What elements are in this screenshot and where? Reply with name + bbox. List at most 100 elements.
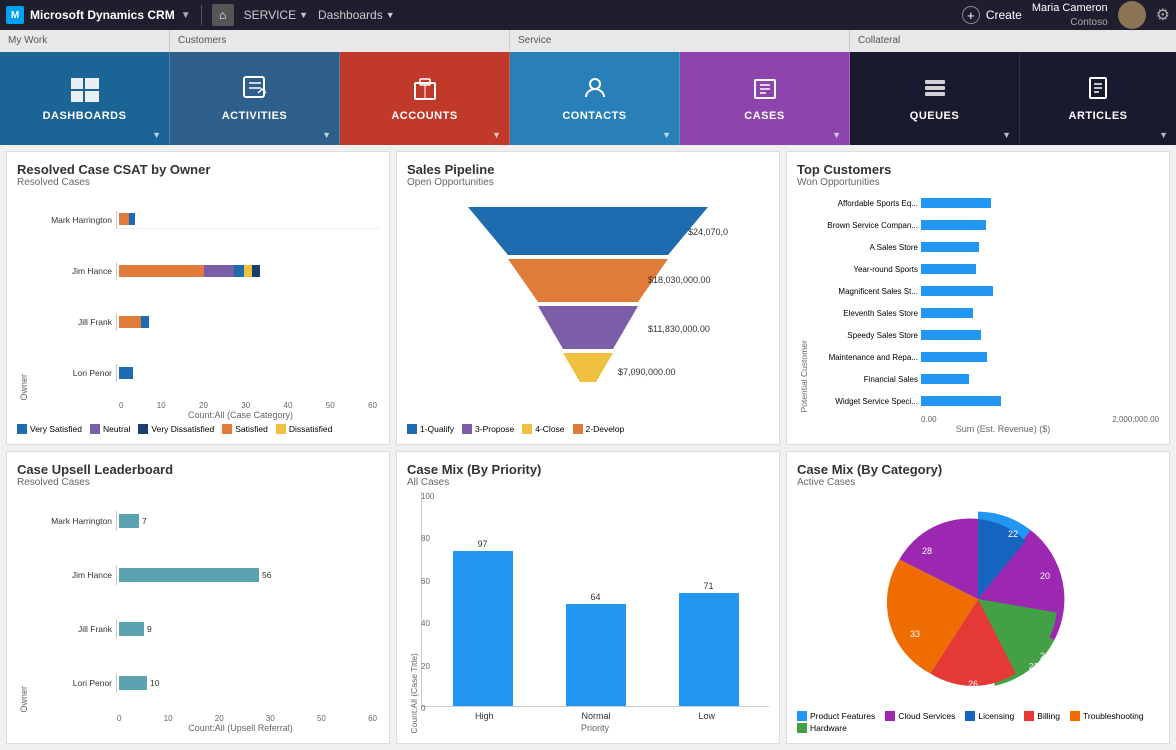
funnel-svg: $24,070,000.00 $11,830,000.00 $18,030,00… [448, 207, 728, 407]
hbar-row: A Sales Store [811, 239, 1159, 255]
menu-item-articles[interactable]: ARTICLES ▼ [1020, 52, 1176, 145]
svg-text:26: 26 [968, 679, 978, 689]
funnel-legend: 1-Qualify 3-Propose 4-Close 2-Develop [407, 424, 769, 434]
upsell-bar-row: Mark Harrington 7 [31, 511, 379, 531]
bar-row: Jim Hance [31, 262, 379, 280]
legend-item: Product Features [797, 711, 875, 721]
user-avatar[interactable] [1118, 1, 1146, 29]
svg-text:$11,830,000.00: $11,830,000.00 [648, 324, 710, 334]
chart-priority-subtitle: All Cases [407, 477, 769, 488]
legend-item: Neutral [90, 424, 130, 434]
service-nav[interactable]: SERVICE ▼ [244, 8, 308, 22]
articles-icon [1085, 75, 1111, 104]
articles-label: ARTICLES [1069, 110, 1128, 122]
cases-icon [752, 75, 778, 104]
contacts-icon [582, 75, 608, 104]
brand-arrow[interactable]: ▼ [181, 10, 191, 21]
legend-item: Very Satisfied [17, 424, 82, 434]
upsell-bar-row: Jim Hance 56 [31, 565, 379, 585]
cases-label: CASES [744, 110, 784, 122]
legend-item: 4-Close [522, 424, 564, 434]
chart-priority: Case Mix (By Priority) All Cases Count:A… [396, 451, 780, 745]
csat-x-ticks: 0102030405060 [117, 401, 379, 410]
user-name: Maria Cameron [1032, 1, 1108, 15]
collateral-label: Collateral [850, 30, 1176, 52]
chart-topcustomers: Top Customers Won Opportunities Potentia… [786, 151, 1170, 445]
hbar-row: Year-round Sports [811, 261, 1159, 277]
hbar-row: Affordable Sports Eq... [811, 195, 1159, 211]
chart-funnel-title: Sales Pipeline [407, 162, 769, 177]
accounts-icon [412, 75, 438, 104]
activities-icon [242, 75, 268, 104]
create-circle-icon[interactable]: + [962, 6, 980, 24]
chart-upsell-subtitle: Resolved Cases [17, 477, 379, 488]
menu-item-dashboards[interactable]: DASHBOARDS ▼ [0, 52, 170, 145]
user-info: Maria Cameron Contoso [1032, 1, 1108, 28]
csat-x-label: Count:All (Case Category) [102, 410, 379, 420]
queues-label: QUEUES [910, 110, 959, 122]
upsell-x-label: Count:All (Upsell Referral) [102, 723, 379, 733]
legend-item: Billing [1024, 711, 1060, 721]
service-label: Service [510, 30, 850, 52]
legend-item: Hardware [797, 723, 847, 733]
hbar-row: Widget Service Speci... [811, 393, 1159, 409]
chart-topcustomers-subtitle: Won Opportunities [797, 177, 1159, 188]
queues-icon [922, 75, 948, 104]
dashboards-nav[interactable]: Dashboards ▼ [318, 8, 395, 22]
svg-text:$7,090,000.00: $7,090,000.00 [618, 367, 676, 377]
settings-icon[interactable]: ⚙ [1156, 5, 1170, 25]
legend-item: Very Dissatisfied [138, 424, 214, 434]
pie-area: 22 20 21 [797, 492, 1159, 708]
customers-label: Customers [170, 30, 510, 52]
hbar-bar [921, 198, 991, 208]
legend-color [222, 424, 232, 434]
csat-legend: Very Satisfied Neutral Very Dissatisfied… [17, 424, 379, 434]
dashboards-chevron: ▼ [152, 130, 161, 140]
upsell-bar-row: Lori Penor 10 [31, 673, 379, 693]
chart-category-subtitle: Active Cases [797, 477, 1159, 488]
csat-bars: Mark Harrington Jim Hance [31, 192, 379, 401]
chart-priority-title: Case Mix (By Priority) [407, 462, 769, 477]
menu-item-queues[interactable]: QUEUES ▼ [850, 52, 1020, 145]
dashboard-grid: Resolved Case CSAT by Owner Resolved Cas… [0, 145, 1176, 750]
svg-text:$18,030,000.00: $18,030,000.00 [648, 275, 711, 285]
menu-item-cases[interactable]: CASES ▼ [680, 52, 850, 145]
svg-text:21: 21 [1040, 651, 1050, 661]
legend-item: Cloud Services [885, 711, 955, 721]
svg-text:20: 20 [1040, 571, 1050, 581]
menu-item-activities[interactable]: ACTIVITIES ▼ [170, 52, 340, 145]
menu-item-accounts[interactable]: ACCOUNTS ▼ [340, 52, 510, 145]
home-icon[interactable]: ⌂ [212, 4, 234, 26]
pie-legend: Product Features Cloud Services Licensin… [797, 711, 1159, 733]
user-org: Contoso [1070, 16, 1107, 29]
ms-logo: M [6, 6, 24, 24]
bar-row: Mark Harrington [31, 211, 379, 229]
legend-item: Licensing [965, 711, 1014, 721]
chart-upsell-title: Case Upsell Leaderboard [17, 462, 379, 477]
legend-color [17, 424, 27, 434]
hbar-row: Eleventh Sales Store [811, 305, 1159, 321]
create-label[interactable]: Create [986, 8, 1022, 22]
menu-item-contacts[interactable]: CONTACTS ▼ [510, 52, 680, 145]
upsell-bar-row: Jill Frank 9 [31, 619, 379, 639]
topcustomers-area: Potential Customer Affordable Sports Eq.… [797, 192, 1159, 413]
svg-text:$24,070,000.00: $24,070,000.00 [688, 227, 728, 237]
create-area[interactable]: + Create [962, 6, 1022, 24]
activities-label: ACTIVITIES [222, 110, 288, 122]
chart-topcustomers-title: Top Customers [797, 162, 1159, 177]
csat-y-label: Owner [17, 192, 31, 401]
chart-csat: Resolved Case CSAT by Owner Resolved Cas… [6, 151, 390, 445]
bar-row: Lori Penor [31, 364, 379, 382]
dashboards-label: DASHBOARDS [43, 110, 127, 122]
legend-item: Troubleshooting [1070, 711, 1144, 721]
hbar-row: Brown Service Compan... [811, 217, 1159, 233]
chart-csat-title: Resolved Case CSAT by Owner [17, 162, 379, 177]
legend-item: Satisfied [222, 424, 268, 434]
contacts-label: CONTACTS [562, 110, 626, 122]
hbar-row: Financial Sales [811, 371, 1159, 387]
hbar-row: Magnificent Sales St... [811, 283, 1159, 299]
legend-color [276, 424, 286, 434]
svg-text:28: 28 [922, 546, 932, 556]
svg-text:33: 33 [910, 629, 920, 639]
svg-text:22: 22 [1008, 529, 1018, 539]
